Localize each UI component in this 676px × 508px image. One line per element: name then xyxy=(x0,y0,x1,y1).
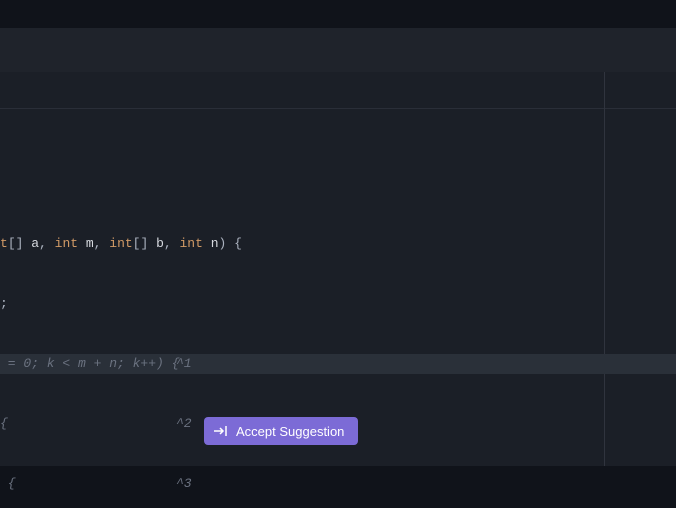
token-ident: b xyxy=(148,236,164,251)
token-keyword: int xyxy=(180,236,203,251)
window-top-gap xyxy=(0,0,676,28)
suggestion-marker: ^2 xyxy=(176,414,192,434)
suggestion-marker: ^1 xyxy=(176,354,192,374)
accept-suggestion-button[interactable]: Accept Suggestion xyxy=(204,417,358,445)
tab-icon xyxy=(214,425,228,437)
token-punct: [] xyxy=(133,236,149,251)
ghost-text: { xyxy=(0,476,16,491)
token-ident: n xyxy=(203,236,219,251)
token-keyword: int xyxy=(109,236,132,251)
token-punct: , xyxy=(94,236,110,251)
accept-suggestion-label: Accept Suggestion xyxy=(236,424,344,439)
token-punct: ; xyxy=(0,296,8,311)
token-keyword: int xyxy=(55,236,78,251)
code-editor[interactable]: t[] a, int m, int[] b, int n) { ; = 0; k… xyxy=(0,72,676,466)
suggestion-marker: ^3 xyxy=(176,474,192,494)
code-line-highlight: = 0; k < m + n; k++) {^1 xyxy=(0,354,676,374)
token-punct: , xyxy=(164,236,180,251)
toolbar-band xyxy=(0,28,676,72)
ghost-text: { xyxy=(0,416,8,431)
token-punct: , xyxy=(39,236,55,251)
token-ident: a xyxy=(23,236,39,251)
token-keyword: t xyxy=(0,236,8,251)
token-punct: ) { xyxy=(219,236,242,251)
code-line: ; xyxy=(0,294,676,314)
code-line: { ^3 xyxy=(0,474,676,494)
ghost-text: = 0; k < m + n; k++) { xyxy=(0,356,179,371)
code-content: t[] a, int m, int[] b, int n) { ; = 0; k… xyxy=(0,194,676,508)
editor-top-divider xyxy=(0,108,676,109)
token-ident: m xyxy=(78,236,94,251)
token-punct: [] xyxy=(8,236,24,251)
code-line: t[] a, int m, int[] b, int n) { xyxy=(0,234,676,254)
